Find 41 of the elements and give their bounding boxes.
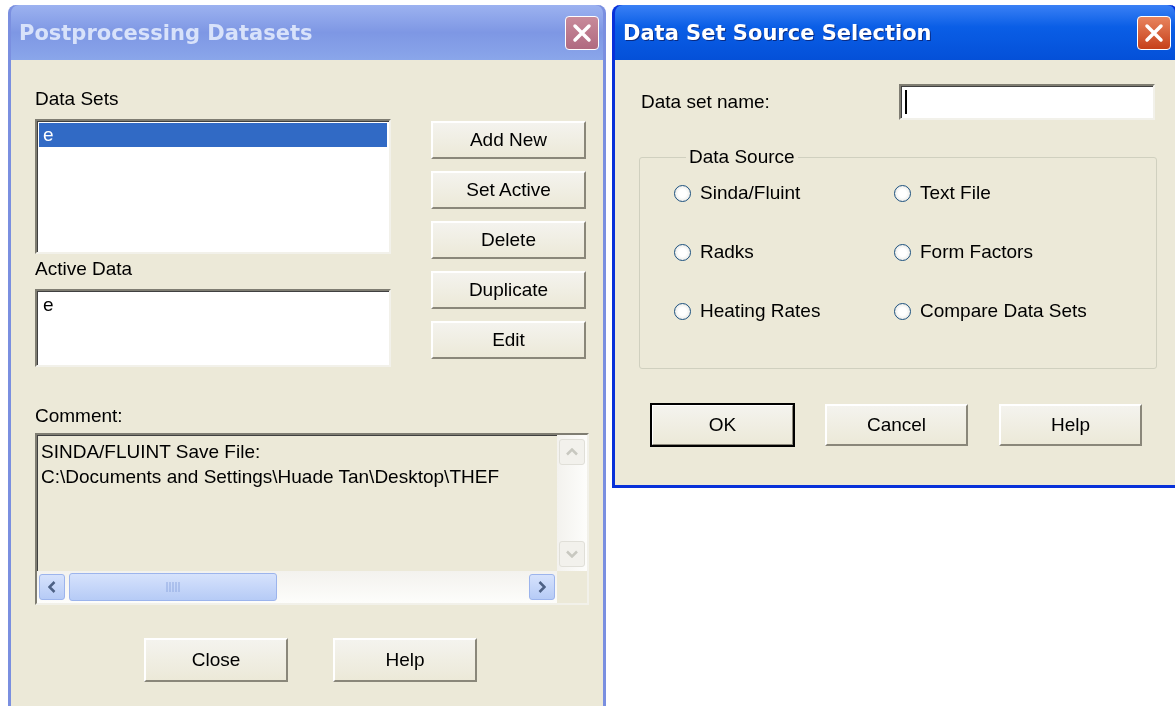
left-chevron-icon bbox=[48, 581, 56, 593]
close-icon bbox=[1144, 22, 1164, 43]
list-item[interactable]: e bbox=[39, 123, 387, 147]
close-button[interactable] bbox=[565, 15, 599, 50]
right-chevron-icon bbox=[538, 581, 546, 593]
radio-option[interactable]: Sinda/Fluint bbox=[674, 182, 894, 204]
horizontal-scrollbar[interactable] bbox=[37, 571, 557, 603]
radio-option[interactable]: Compare Data Sets bbox=[894, 300, 1156, 322]
field-label: Active Data bbox=[35, 258, 134, 280]
close-icon bbox=[572, 22, 592, 43]
down-chevron-icon bbox=[566, 550, 578, 558]
dialog-button[interactable]: Delete bbox=[431, 221, 586, 259]
data-sets-list[interactable]: e bbox=[35, 119, 391, 254]
window-title: Data Set Source Selection bbox=[623, 20, 932, 45]
radio-option[interactable]: Heating Rates bbox=[674, 300, 894, 322]
field-label: Comment: bbox=[35, 405, 124, 427]
field-label: Data set name: bbox=[641, 91, 770, 113]
scroll-thumb[interactable] bbox=[69, 573, 277, 601]
window-title: Postprocessing Datasets bbox=[19, 20, 313, 45]
radio-option[interactable]: Form Factors bbox=[894, 241, 1156, 263]
dialog-button[interactable]: Cancel bbox=[825, 404, 968, 446]
dialog-button[interactable]: Set Active bbox=[431, 171, 586, 209]
dialog-button[interactable]: Add New bbox=[431, 121, 586, 159]
up-chevron-icon bbox=[566, 448, 578, 456]
list-item: e bbox=[42, 293, 55, 317]
field-label: Data Sets bbox=[35, 88, 120, 110]
dialog-button[interactable]: Edit bbox=[431, 321, 586, 359]
scroll-button[interactable] bbox=[529, 574, 555, 600]
dialog-button[interactable]: Close bbox=[144, 638, 288, 682]
dialog-button[interactable]: OK bbox=[651, 404, 794, 446]
radio-option[interactable]: Radks bbox=[674, 241, 894, 263]
dialog-button[interactable]: Help bbox=[333, 638, 477, 682]
name-input-field[interactable] bbox=[899, 84, 1155, 120]
dialog-button[interactable]: Help bbox=[999, 404, 1142, 446]
radio-option[interactable]: Text File bbox=[894, 182, 1156, 204]
dialog-button[interactable]: Duplicate bbox=[431, 271, 586, 309]
close-button[interactable] bbox=[1137, 15, 1171, 50]
comment-text: SINDA/FLUINT Save File: C:\Documents and Settings\Huade Tan\Desktop\THEF bbox=[40, 440, 500, 489]
scroll-button[interactable] bbox=[39, 574, 65, 600]
comment-box[interactable]: SINDA/FLUINT Save File: C:\Documents and Settings\Huade Tan\Desktop\THEF bbox=[35, 433, 589, 605]
group-label: Data Source bbox=[688, 146, 796, 168]
